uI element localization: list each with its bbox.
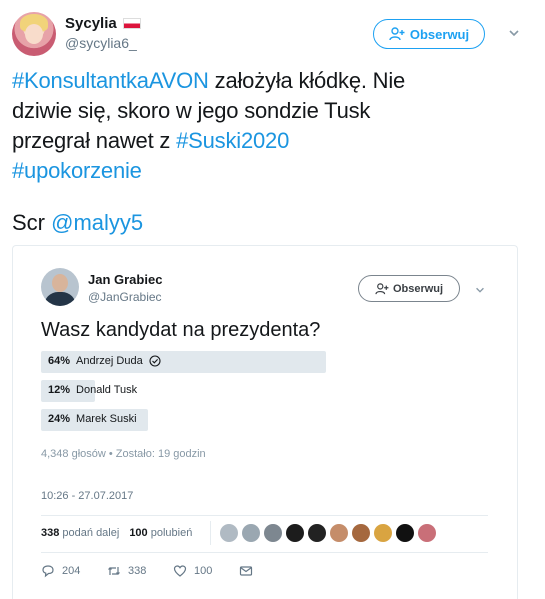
reply-count: 204 — [62, 565, 81, 577]
poll-option-text: Donald Tusk — [76, 384, 138, 396]
liker-avatar — [242, 524, 260, 542]
like-stat: 100 polubień — [129, 527, 192, 539]
embedded-avatar-suit — [44, 292, 76, 306]
avatar-face — [25, 24, 43, 44]
message-icon — [239, 566, 253, 576]
liker-avatar — [330, 524, 348, 542]
tweet-text-line: #KonsultantkaAVON założyła kłódkę. Nie — [12, 66, 512, 96]
engagement-stats: 338 podań dalej 100 polubień — [41, 527, 192, 539]
retweet-stat-label: podań dalej — [62, 527, 120, 539]
poll-option: 12% Donald Tusk — [41, 380, 331, 402]
flag-poland-icon — [122, 18, 141, 29]
tweet-text: #KonsultantkaAVON założyła kłódkę. Nie dz… — [12, 66, 512, 186]
poll-option-text: Andrzej Duda — [76, 355, 143, 367]
poll-option-label: 64% Andrzej Duda — [48, 355, 161, 367]
mention-link[interactable]: @malyy5 — [51, 210, 143, 235]
divider — [41, 552, 488, 553]
poll-option-label: 12% Donald Tusk — [48, 384, 137, 396]
like-action: 100 — [173, 564, 239, 578]
hashtag-link[interactable]: #upokorzenie — [12, 158, 142, 183]
divider — [41, 515, 488, 516]
embedded-handle: @JanGrabiec — [88, 290, 162, 304]
display-name-text[interactable]: Sycylia — [65, 15, 117, 32]
tweet-text-segment: dziwie się, skoro w jego sondzie Tusk — [12, 98, 371, 123]
embedded-follow-label: Obserwuj — [392, 282, 444, 295]
poll-meta: 4,348 głosów • Zostało: 19 godzin — [41, 448, 206, 460]
message-action — [239, 564, 253, 578]
liker-avatar — [418, 524, 436, 542]
hashtag-link[interactable]: #KonsultantkaAVON — [12, 68, 209, 93]
verified-check-icon — [149, 355, 161, 367]
tweet-text-segment: założyła kłódkę. Nie — [208, 68, 406, 93]
poll-percent: 12% — [48, 384, 71, 396]
retweet-count: 338 — [128, 565, 147, 577]
like-count: 100 — [194, 565, 213, 577]
liker-avatar — [220, 524, 238, 542]
embedded-follow-button: Obserwuj — [358, 275, 460, 302]
tweet-text-segment: przegrał nawet z — [12, 128, 177, 153]
follow-button[interactable]: Obserwuj — [373, 19, 485, 49]
display-name[interactable]: Sycylia — [65, 15, 141, 32]
divider — [210, 521, 211, 545]
reply-action: 204 — [41, 564, 107, 578]
like-stat-count: 100 — [129, 527, 148, 539]
action-bar: 204 338 100 — [41, 564, 253, 578]
liker-avatar — [396, 524, 414, 542]
avatar[interactable] — [12, 12, 56, 56]
embedded-timestamp: 10:26 - 27.07.2017 — [41, 490, 134, 502]
tweet-text-line: dziwie się, skoro w jego sondzie Tusk — [12, 96, 512, 126]
tweet-header: Sycylia @sycylia6_ Obserwuj — [12, 12, 533, 58]
like-icon — [173, 565, 187, 577]
liker-avatar — [308, 524, 326, 542]
embedded-avatar-head — [52, 274, 68, 292]
chevron-down-icon[interactable] — [507, 26, 521, 40]
screenshot-credit: Scr @malyy5 — [12, 208, 143, 238]
hashtag-link[interactable]: #Suski2020 — [176, 128, 289, 153]
retweet-stat-count: 338 — [41, 527, 60, 539]
liker-avatar — [286, 524, 304, 542]
tweet-text-line: przegrał nawet z #Suski2020 — [12, 126, 512, 156]
follow-button-label: Obserwuj — [409, 26, 470, 42]
poll-question: Wasz kandydat na prezydenta? — [41, 319, 321, 341]
tweet-text-line: #upokorzenie — [12, 156, 512, 186]
liker-avatar — [374, 524, 392, 542]
poll-option-label: 24% Marek Suski — [48, 413, 137, 425]
embedded-display-name: Jan Grabiec — [88, 272, 163, 287]
liker-avatar — [352, 524, 370, 542]
retweet-icon — [108, 567, 120, 575]
liker-avatars — [220, 524, 436, 542]
chevron-down-icon — [476, 287, 484, 293]
screenshot-credit-prefix: Scr — [12, 210, 52, 235]
liker-avatar — [264, 524, 282, 542]
follow-person-icon — [375, 282, 389, 294]
poll-option: 24% Marek Suski — [41, 409, 331, 431]
poll-option-text: Marek Suski — [76, 413, 137, 425]
retweet-action: 338 — [107, 564, 173, 578]
poll-percent: 64% — [48, 355, 71, 367]
user-handle[interactable]: @sycylia6_ — [65, 35, 137, 51]
poll-option: 64% Andrzej Duda — [41, 351, 331, 373]
poll-percent: 24% — [48, 413, 71, 425]
follow-person-icon — [389, 27, 405, 41]
reply-icon — [42, 565, 54, 578]
embedded-tweet-image[interactable]: Jan Grabiec @JanGrabiec Obserwuj Wasz ka… — [12, 245, 518, 599]
like-stat-label: polubień — [150, 527, 193, 539]
embedded-avatar — [41, 268, 79, 306]
retweet-stat: 338 podań dalej — [41, 527, 119, 539]
